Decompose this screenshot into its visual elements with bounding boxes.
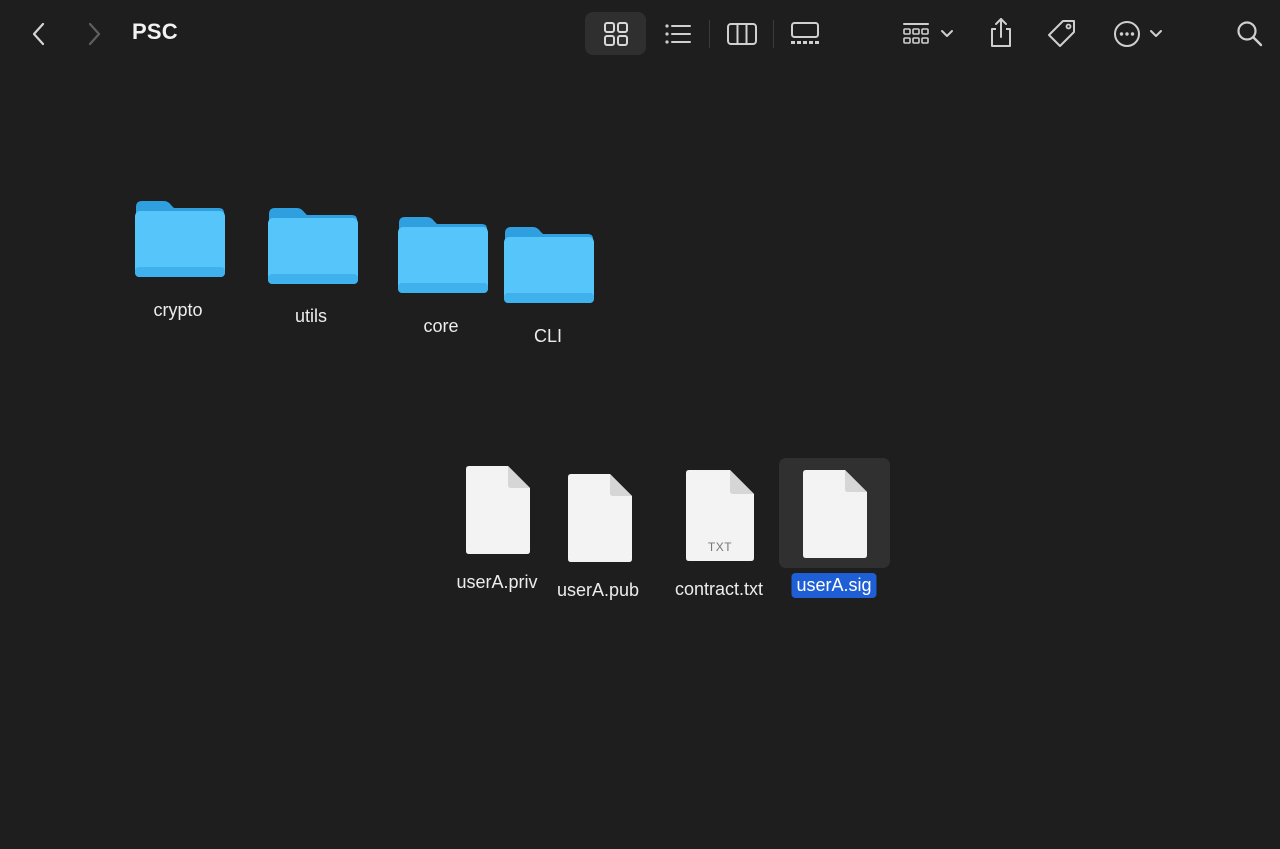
file-label: contract.txt	[674, 579, 764, 599]
more-button[interactable]	[1108, 14, 1168, 54]
column-view-icon	[727, 22, 757, 45]
more-icon	[1114, 21, 1140, 47]
list-view-button[interactable]	[656, 12, 700, 55]
document-icon[interactable]	[801, 469, 869, 559]
column-view-button[interactable]	[720, 12, 764, 55]
gallery-view-button[interactable]	[783, 12, 827, 55]
share-icon	[991, 18, 1011, 47]
folder-label: crypto	[153, 300, 203, 320]
folder-icon[interactable]	[396, 215, 489, 294]
file-type-badge: TXT	[707, 540, 733, 554]
folder-icon[interactable]	[266, 206, 359, 285]
icon-view-button[interactable]	[585, 12, 646, 55]
chevron-down-icon	[941, 30, 953, 37]
folder-icon[interactable]	[133, 199, 226, 278]
search-button[interactable]	[1230, 14, 1270, 54]
document-icon[interactable]	[566, 473, 634, 563]
folder-icon[interactable]	[502, 225, 595, 304]
window-title: PSC	[132, 19, 178, 44]
back-button[interactable]	[24, 18, 54, 50]
toolbar: PSC	[0, 0, 1280, 68]
text-document-icon[interactable]: TXT	[684, 469, 756, 562]
group-button[interactable]	[895, 14, 959, 54]
gallery-view-icon	[791, 21, 819, 44]
folder-label: CLI	[533, 326, 563, 346]
chevron-left-icon	[32, 22, 45, 46]
icon-view-icon	[603, 21, 628, 46]
file-label: userA.priv	[456, 572, 538, 592]
tag-button[interactable]	[1042, 14, 1082, 54]
list-view-icon	[665, 23, 691, 44]
tag-icon	[1048, 20, 1075, 47]
chevron-right-icon	[88, 22, 101, 46]
file-label-selected[interactable]: userA.sig	[791, 573, 877, 598]
group-icon	[903, 23, 929, 44]
chevron-down-icon	[1150, 30, 1162, 37]
folder-label: utils	[294, 306, 328, 326]
search-icon	[1237, 21, 1263, 47]
document-icon[interactable]	[464, 465, 532, 555]
toolbar-separator	[709, 20, 710, 48]
share-button[interactable]	[983, 12, 1019, 54]
folder-label: core	[423, 316, 459, 336]
file-label: userA.pub	[556, 580, 640, 600]
toolbar-separator	[773, 20, 774, 48]
forward-button[interactable]	[79, 18, 109, 50]
